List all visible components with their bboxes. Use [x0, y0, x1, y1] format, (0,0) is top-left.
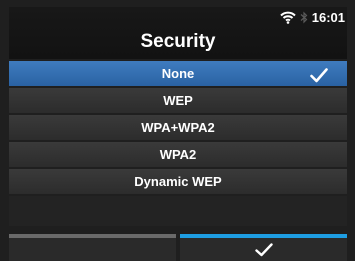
option-dynamic-wep[interactable]: Dynamic WEP [9, 169, 347, 194]
option-wep[interactable]: WEP [9, 88, 347, 113]
security-option-list: None WEP WPA+WPA2 WPA2 Dynamic WEP [9, 61, 347, 226]
confirm-softkey[interactable] [180, 234, 347, 261]
left-softkey[interactable] [9, 234, 176, 261]
page-title: Security [140, 31, 216, 52]
printer-screen: 16:01 Security None WEP WPA+WPA2 WPA2 Dy… [0, 0, 355, 261]
left-softkey-indicator [9, 234, 176, 238]
bluetooth-icon [300, 11, 308, 24]
option-label: WEP [163, 93, 193, 108]
option-label: WPA+WPA2 [141, 120, 215, 135]
option-label: Dynamic WEP [134, 174, 222, 189]
option-wpa-wpa2[interactable]: WPA+WPA2 [9, 115, 347, 140]
wifi-icon [280, 11, 296, 24]
empty-list-slot [9, 196, 347, 226]
option-label: WPA2 [159, 147, 197, 162]
clock-time: 16:01 [311, 10, 345, 25]
selected-checkmark-icon [310, 66, 328, 83]
header-bar: 16:01 Security [9, 7, 347, 59]
softkey-bar [9, 234, 347, 261]
option-wpa2[interactable]: WPA2 [9, 142, 347, 167]
status-bar: 16:01 [280, 10, 345, 25]
option-none[interactable]: None [9, 61, 347, 86]
checkmark-icon [254, 243, 273, 257]
option-label: None [161, 66, 195, 81]
right-softkey-indicator [180, 234, 347, 238]
